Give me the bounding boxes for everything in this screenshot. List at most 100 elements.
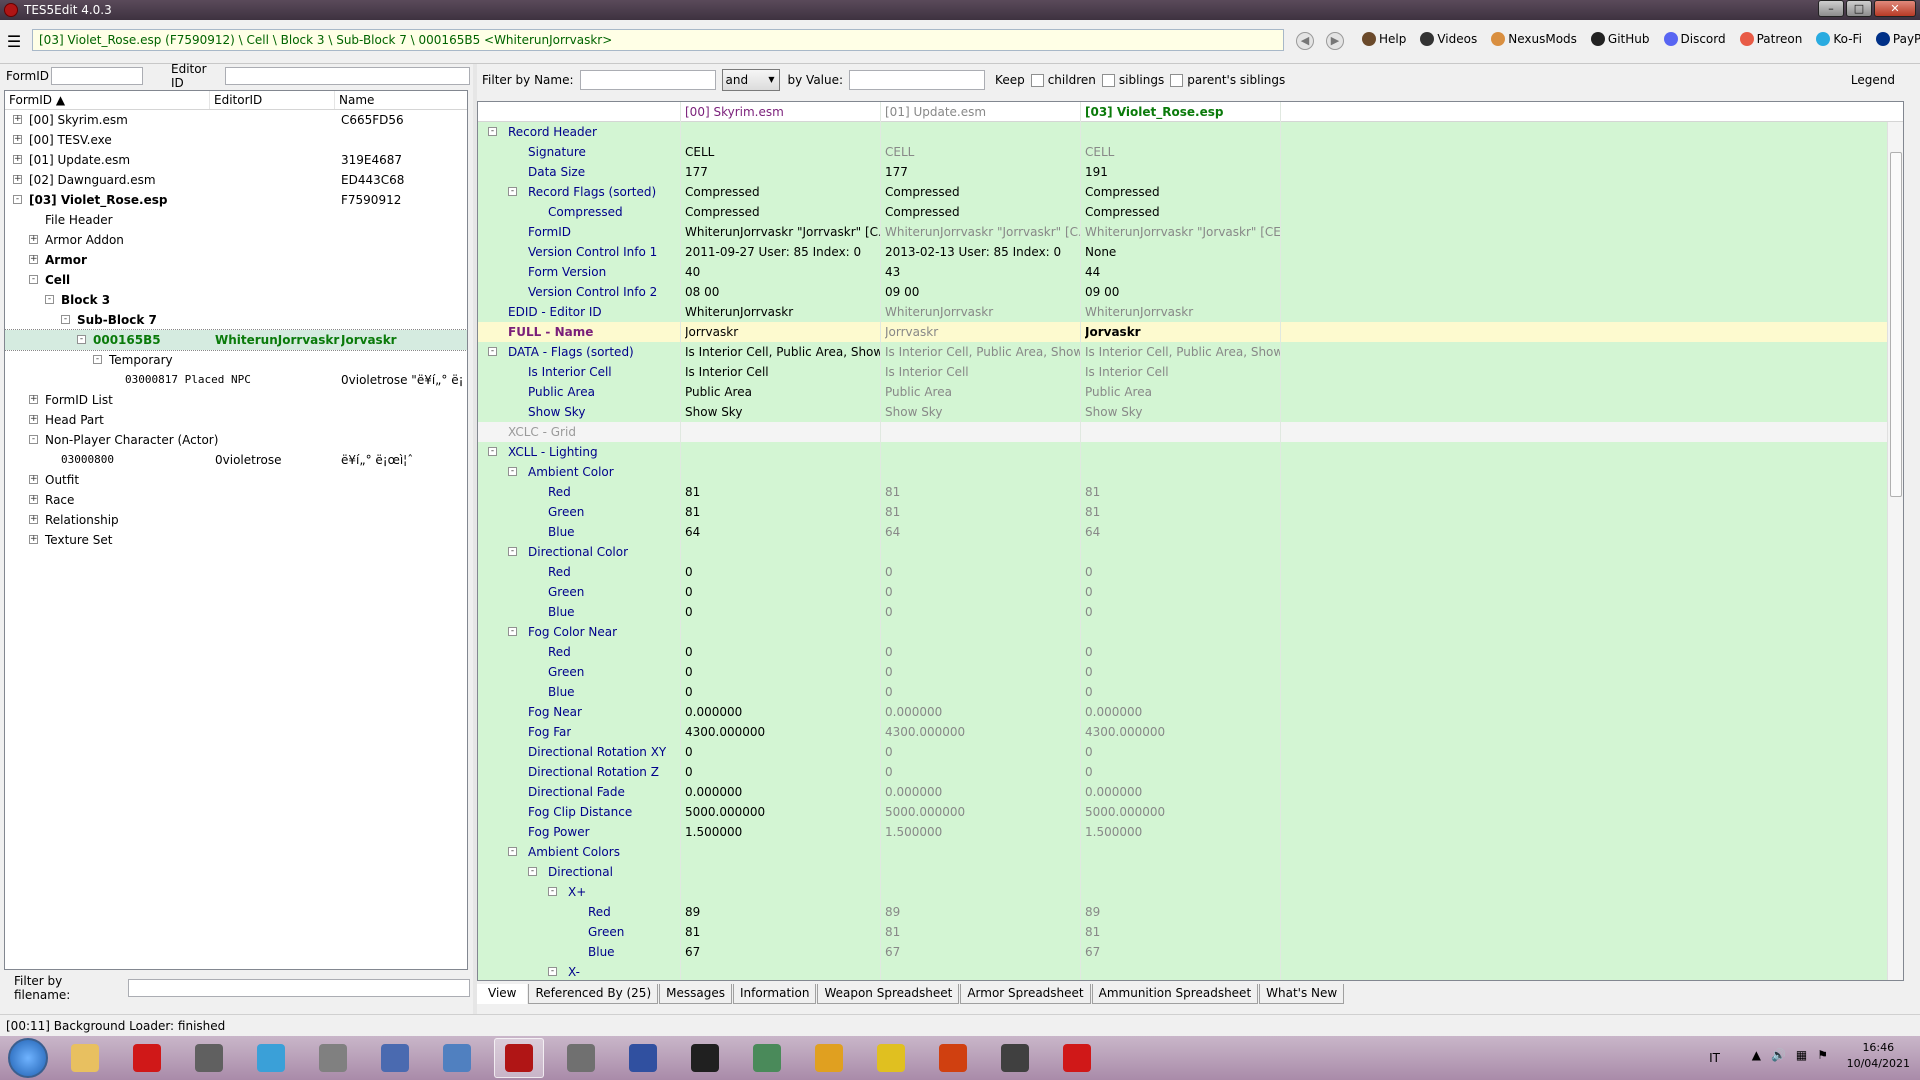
tree-expander-icon[interactable]: + — [29, 495, 38, 504]
grid-row[interactable]: Red 89 89 89 — [478, 902, 1903, 922]
grid-row[interactable]: - Record Header — [478, 122, 1903, 142]
network-icon[interactable]: ▦ — [1796, 1048, 1807, 1062]
tree-expander-icon[interactable]: - — [45, 295, 54, 304]
maximize-button[interactable]: □ — [1846, 0, 1872, 17]
grid-cell-value[interactable]: 0.000000 — [885, 705, 1080, 719]
filename-filter-input[interactable] — [127, 979, 470, 997]
col-update[interactable]: [01] Update.esm — [885, 105, 986, 119]
grid-row[interactable]: Blue 0 0 0 — [478, 682, 1903, 702]
grid-cell-value[interactable]: 64 — [1085, 525, 1280, 539]
grid-expander-icon[interactable]: - — [548, 887, 557, 896]
grid-cell-value[interactable]: 0.000000 — [1085, 705, 1280, 719]
tree-expander-icon[interactable]: + — [29, 535, 38, 544]
grid-cell-value[interactable]: 0 — [685, 605, 880, 619]
grid-cell-value[interactable]: 89 — [685, 905, 880, 919]
grid-cell-value[interactable]: CELL — [885, 145, 1080, 159]
taskbar-app[interactable] — [742, 1038, 792, 1078]
taskbar-app[interactable] — [308, 1038, 358, 1078]
taskbar-app[interactable] — [556, 1038, 606, 1078]
grid-cell-value[interactable]: 64 — [885, 525, 1080, 539]
grid-row[interactable]: Fog Power 1.500000 1.500000 1.500000 — [478, 822, 1903, 842]
link-patreon[interactable]: Patreon — [1739, 32, 1802, 46]
tree-row[interactable]: + Texture Set — [5, 530, 467, 550]
forward-icon[interactable]: ▶ — [1326, 32, 1344, 50]
grid-cell-value[interactable]: Is Interior Cell, Public Area, Show... — [1085, 345, 1280, 359]
grid-cell-value[interactable]: 4300.000000 — [1085, 725, 1280, 739]
tree-row[interactable]: - Sub-Block 7 — [5, 310, 467, 330]
grid-cell-value[interactable]: Public Area — [885, 385, 1080, 399]
tree-row[interactable]: + Outfit — [5, 470, 467, 490]
grid-cell-value[interactable]: 0 — [885, 665, 1080, 679]
tree-row[interactable]: 03000817 Placed NPC 0violetrose "ë¥í„° ë¡… — [5, 370, 467, 390]
grid-row[interactable]: - DATA - Flags (sorted) Is Interior Cell, … — [478, 342, 1903, 362]
grid-cell-value[interactable]: 81 — [885, 505, 1080, 519]
grid-row[interactable]: - Ambient Color — [478, 462, 1903, 482]
grid-cell-value[interactable]: 81 — [885, 925, 1080, 939]
grid-cell-value[interactable]: 89 — [885, 905, 1080, 919]
grid-cell-value[interactable]: 1.500000 — [1085, 825, 1280, 839]
children-checkbox[interactable] — [1030, 73, 1044, 87]
grid-cell-value[interactable]: 0 — [1085, 645, 1280, 659]
tree-expander-icon[interactable]: + — [13, 115, 22, 124]
grid-cell-value[interactable]: 0 — [685, 745, 880, 759]
tab-information[interactable]: Information — [732, 984, 817, 1004]
grid-cell-value[interactable]: 191 — [1085, 165, 1280, 179]
grid-row[interactable]: Red 81 81 81 — [478, 482, 1903, 502]
tree-row[interactable]: 03000800 0violetrose ë¥í„° ë¡œì¦ˆ — [5, 450, 467, 470]
tree-row[interactable]: + FormID List — [5, 390, 467, 410]
grid-cell-value[interactable]: 09 00 — [1085, 285, 1280, 299]
link-videos[interactable]: Videos — [1420, 32, 1477, 46]
grid-cell-value[interactable]: 0 — [685, 665, 880, 679]
tab-referenced-by[interactable]: Referenced By (25) — [528, 984, 659, 1004]
tree-expander-icon[interactable]: - — [77, 335, 86, 344]
grid-expander-icon[interactable]: - — [508, 627, 517, 636]
grid-cell-value[interactable]: None — [1085, 245, 1280, 259]
grid-cell-value[interactable]: 0 — [885, 605, 1080, 619]
grid-row[interactable]: Public Area Public Area Public Area Public … — [478, 382, 1903, 402]
grid-cell-value[interactable]: 0.000000 — [885, 785, 1080, 799]
grid-cell-value[interactable]: Jorrvaskr — [685, 325, 880, 339]
grid-cell-value[interactable]: 0 — [885, 765, 1080, 779]
taskbar-app[interactable] — [122, 1038, 172, 1078]
tab-weapon-spreadsheet[interactable]: Weapon Spreadsheet — [817, 984, 960, 1004]
tree-expander-icon[interactable]: - — [13, 195, 22, 204]
grid-row[interactable]: - Directional — [478, 862, 1903, 882]
grid-cell-value[interactable]: 40 — [685, 265, 880, 279]
grid-cell-value[interactable]: 0.000000 — [685, 705, 880, 719]
grid-row[interactable]: Show Sky Show Sky Show Sky Show Sky — [478, 402, 1903, 422]
grid-cell-value[interactable]: WhiterunJorrvaskr — [685, 305, 880, 319]
grid-cell-value[interactable]: 0 — [1085, 685, 1280, 699]
tree-row[interactable]: - Block 3 — [5, 290, 467, 310]
grid-cell-value[interactable]: 2013-02-13 User: 85 Index: 0 — [885, 245, 1080, 259]
grid-expander-icon[interactable]: - — [508, 547, 517, 556]
grid-cell-value[interactable]: 0 — [1085, 665, 1280, 679]
grid-cell-value[interactable]: 4300.000000 — [885, 725, 1080, 739]
tree-expander-icon[interactable]: - — [93, 355, 102, 364]
tree-expander-icon[interactable]: - — [29, 435, 38, 444]
grid-cell-value[interactable]: 0.000000 — [1085, 785, 1280, 799]
tree-expander-icon[interactable]: + — [29, 415, 38, 424]
filter-value-input[interactable] — [849, 70, 986, 90]
grid-cell-value[interactable]: 0 — [685, 585, 880, 599]
grid-expander-icon[interactable]: - — [508, 847, 517, 856]
taskbar-app[interactable] — [990, 1038, 1040, 1078]
filter-name-input[interactable] — [579, 70, 716, 90]
grid-cell-value[interactable]: 81 — [685, 505, 880, 519]
grid-row[interactable]: Green 0 0 0 — [478, 582, 1903, 602]
tree-expander-icon[interactable]: + — [29, 235, 38, 244]
grid-cell-value[interactable]: 0 — [885, 565, 1080, 579]
grid-cell-value[interactable]: Is Interior Cell, Public Area, Show... — [685, 345, 880, 359]
grid-expander-icon[interactable]: - — [488, 447, 497, 456]
tree-row[interactable]: + [01] Update.esm 319E4687 — [5, 150, 467, 170]
grid-row[interactable]: Compressed Compressed Compressed Compressed — [478, 202, 1903, 222]
grid-cell-value[interactable]: 2011-09-27 User: 85 Index: 0 — [685, 245, 880, 259]
grid-cell-value[interactable]: 5000.000000 — [685, 805, 880, 819]
tree-row[interactable]: - Cell — [5, 270, 467, 290]
grid-cell-value[interactable]: 81 — [1085, 485, 1280, 499]
grid-cell-value[interactable]: 08 00 — [685, 285, 880, 299]
minimize-button[interactable]: – — [1818, 0, 1844, 17]
grid-cell-value[interactable]: 0 — [885, 745, 1080, 759]
clock-time[interactable]: 16:46 — [1847, 1040, 1910, 1056]
grid-row[interactable]: FormID WhiterunJorrvaskr "Jorrvaskr" [C..… — [478, 222, 1903, 242]
grid-cell-value[interactable]: 0 — [885, 645, 1080, 659]
